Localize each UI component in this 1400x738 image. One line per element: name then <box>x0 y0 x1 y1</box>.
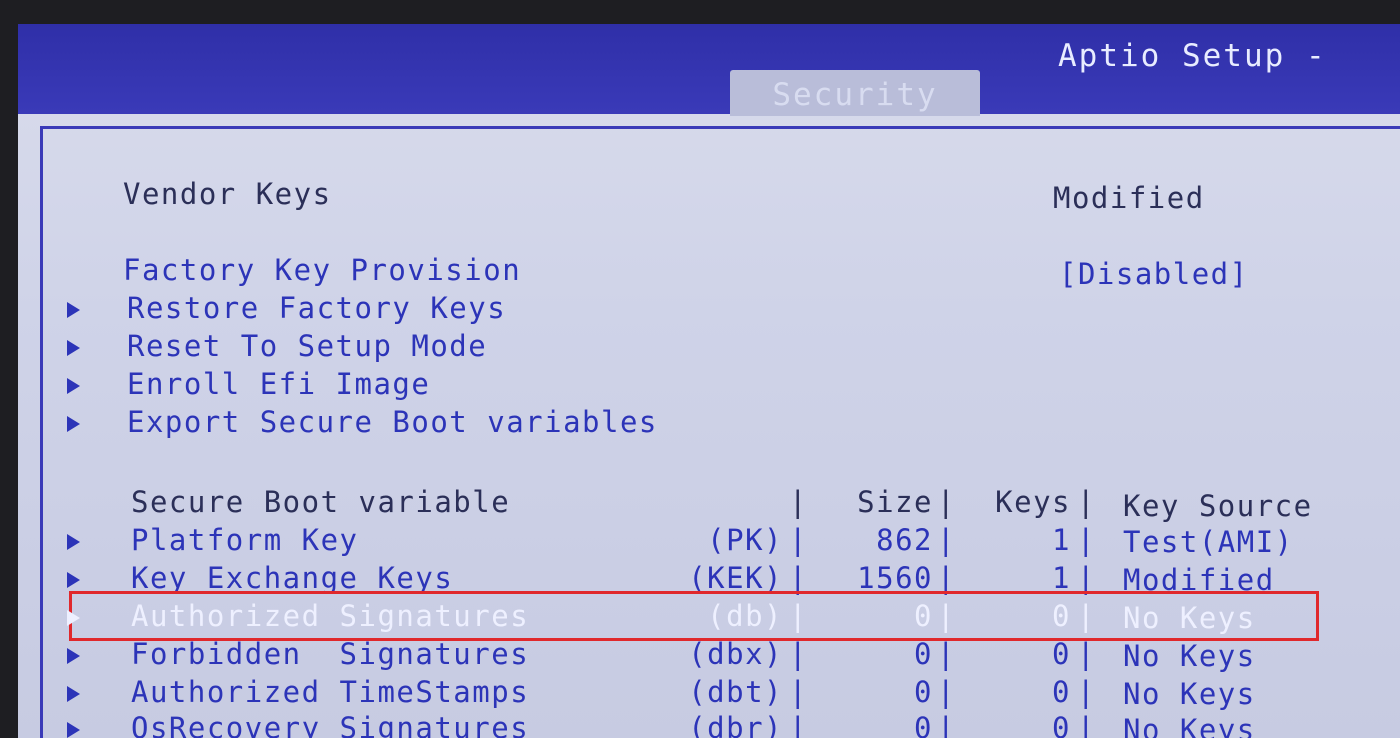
row-size: 0 <box>914 711 933 738</box>
row-key-source: No Keys <box>1123 677 1256 711</box>
menu-item-label: Reset To Setup Mode <box>127 329 488 363</box>
column-divider: | <box>937 637 955 671</box>
submenu-arrow-icon <box>67 572 80 588</box>
row-name: OsRecovery Signatures <box>131 711 530 738</box>
submenu-arrow-icon <box>67 686 80 702</box>
row-keys: 0 <box>1052 675 1071 709</box>
vendor-keys-value: Modified <box>1053 181 1205 215</box>
tab-security[interactable]: Security <box>730 70 980 116</box>
submenu-arrow-icon <box>67 378 80 394</box>
column-divider: | <box>789 599 807 633</box>
column-divider: | <box>937 711 955 738</box>
row-size: 1560 <box>857 561 933 595</box>
row-key-source: Test(AMI) <box>1123 525 1294 559</box>
header-keys: Keys <box>995 485 1071 519</box>
row-abbr: (db) <box>707 599 783 633</box>
submenu-arrow-icon <box>67 340 80 356</box>
submenu-arrow-icon <box>67 722 80 738</box>
bios-screen: Aptio Setup - Security Vendor Keys Modif… <box>18 24 1400 738</box>
column-divider: | <box>937 561 955 595</box>
column-divider: | <box>1077 599 1095 633</box>
column-divider: | <box>1077 523 1095 557</box>
submenu-arrow-icon <box>67 534 80 550</box>
column-divider: | <box>937 675 955 709</box>
column-divider: | <box>789 637 807 671</box>
row-key-source: No Keys <box>1123 601 1256 635</box>
column-divider: | <box>937 523 955 557</box>
row-size: 0 <box>914 599 933 633</box>
submenu-arrow-icon <box>67 302 80 318</box>
row-keys: 1 <box>1052 523 1071 557</box>
row-keys: 0 <box>1052 637 1071 671</box>
row-size: 0 <box>914 675 933 709</box>
header-secure-boot-variable: Secure Boot variable <box>131 485 511 519</box>
column-divider: | <box>1077 561 1095 595</box>
factory-key-provision-label[interactable]: Factory Key Provision <box>123 253 521 287</box>
row-name: Platform Key <box>131 523 359 557</box>
row-size: 862 <box>876 523 933 557</box>
menu-item-label: Enroll Efi Image <box>127 367 431 401</box>
row-abbr: (dbr) <box>688 711 783 738</box>
vendor-keys-label: Vendor Keys <box>123 177 332 211</box>
submenu-arrow-icon <box>67 610 80 626</box>
row-name: Authorized Signatures <box>131 599 530 633</box>
row-name: Key Exchange Keys <box>131 561 454 595</box>
column-divider: | <box>1077 711 1095 738</box>
column-divider: | <box>789 561 807 595</box>
column-divider: | <box>937 599 955 633</box>
app-title: Aptio Setup - <box>1058 38 1327 74</box>
column-divider: | <box>789 675 807 709</box>
column-divider: | <box>789 485 807 519</box>
security-content-panel: Vendor Keys Modified Factory Key Provisi… <box>40 126 1400 738</box>
menu-item-label: Restore Factory Keys <box>127 291 507 325</box>
row-size: 0 <box>914 637 933 671</box>
column-divider: | <box>1077 485 1095 519</box>
header-key-source: Key Source <box>1123 489 1313 523</box>
header-size: Size <box>857 485 933 519</box>
row-key-source: No Keys <box>1123 639 1256 673</box>
row-abbr: (dbx) <box>688 637 783 671</box>
row-name: Authorized TimeStamps <box>131 675 530 709</box>
row-abbr: (dbt) <box>688 675 783 709</box>
column-divider: | <box>1077 675 1095 709</box>
submenu-arrow-icon <box>67 648 80 664</box>
column-divider: | <box>937 485 955 519</box>
row-abbr: (KEK) <box>688 561 783 595</box>
column-divider: | <box>1077 637 1095 671</box>
factory-key-provision-value[interactable]: [Disabled] <box>1059 257 1249 291</box>
row-keys: 0 <box>1052 711 1071 738</box>
row-abbr: (PK) <box>707 523 783 557</box>
row-keys: 1 <box>1052 561 1071 595</box>
submenu-arrow-icon <box>67 416 80 432</box>
row-key-source: No Keys <box>1123 713 1256 738</box>
column-divider: | <box>789 711 807 738</box>
column-divider: | <box>789 523 807 557</box>
menu-item-label: Export Secure Boot variables <box>127 405 658 439</box>
row-keys: 0 <box>1052 599 1071 633</box>
row-name: Forbidden Signatures <box>131 637 530 671</box>
header-bar: Aptio Setup - Security <box>18 24 1400 116</box>
